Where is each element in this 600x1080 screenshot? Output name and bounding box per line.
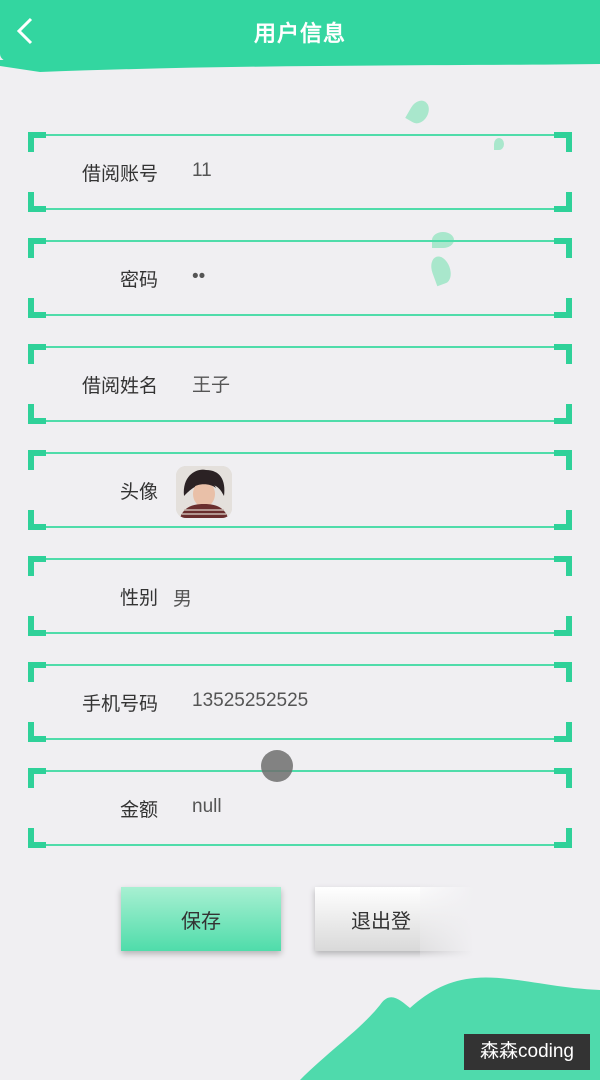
field-row-password: 密码 •• xyxy=(28,238,572,318)
password-input[interactable]: •• xyxy=(192,266,532,288)
field-row-gender: 性别 男 xyxy=(28,556,572,636)
header-wave-decoration xyxy=(0,60,600,72)
balance-value: null xyxy=(192,796,222,817)
phone-input[interactable] xyxy=(192,690,532,712)
password-label: 密码 xyxy=(119,270,158,291)
gender-label: 性别 xyxy=(119,588,158,609)
touch-indicator xyxy=(261,750,293,782)
leaf-decoration xyxy=(405,97,433,127)
field-row-name: 借阅姓名 xyxy=(28,344,572,424)
avatar[interactable] xyxy=(176,466,232,518)
avatar-image xyxy=(176,466,232,518)
field-row-avatar: 头像 xyxy=(28,450,572,530)
field-row-phone: 手机号码 xyxy=(28,662,572,742)
balance-label: 金额 xyxy=(119,800,158,821)
name-label: 借阅姓名 xyxy=(81,376,158,397)
name-input[interactable] xyxy=(192,372,532,394)
page-title: 用户信息 xyxy=(253,21,346,46)
account-label: 借阅账号 xyxy=(81,164,158,185)
field-row-account: 借阅账号 xyxy=(28,132,572,212)
save-button[interactable]: 保存 xyxy=(121,887,281,951)
gender-select[interactable]: 男 xyxy=(173,584,513,611)
app-header: 用户信息 xyxy=(0,0,600,64)
phone-label: 手机号码 xyxy=(81,694,158,715)
account-input[interactable] xyxy=(192,160,532,182)
avatar-label: 头像 xyxy=(119,482,158,503)
watermark: 森森coding xyxy=(464,1034,590,1070)
user-info-form: 借阅账号 密码 •• 借阅姓名 头像 xyxy=(28,132,572,874)
field-row-balance: 金额 null xyxy=(28,768,572,848)
